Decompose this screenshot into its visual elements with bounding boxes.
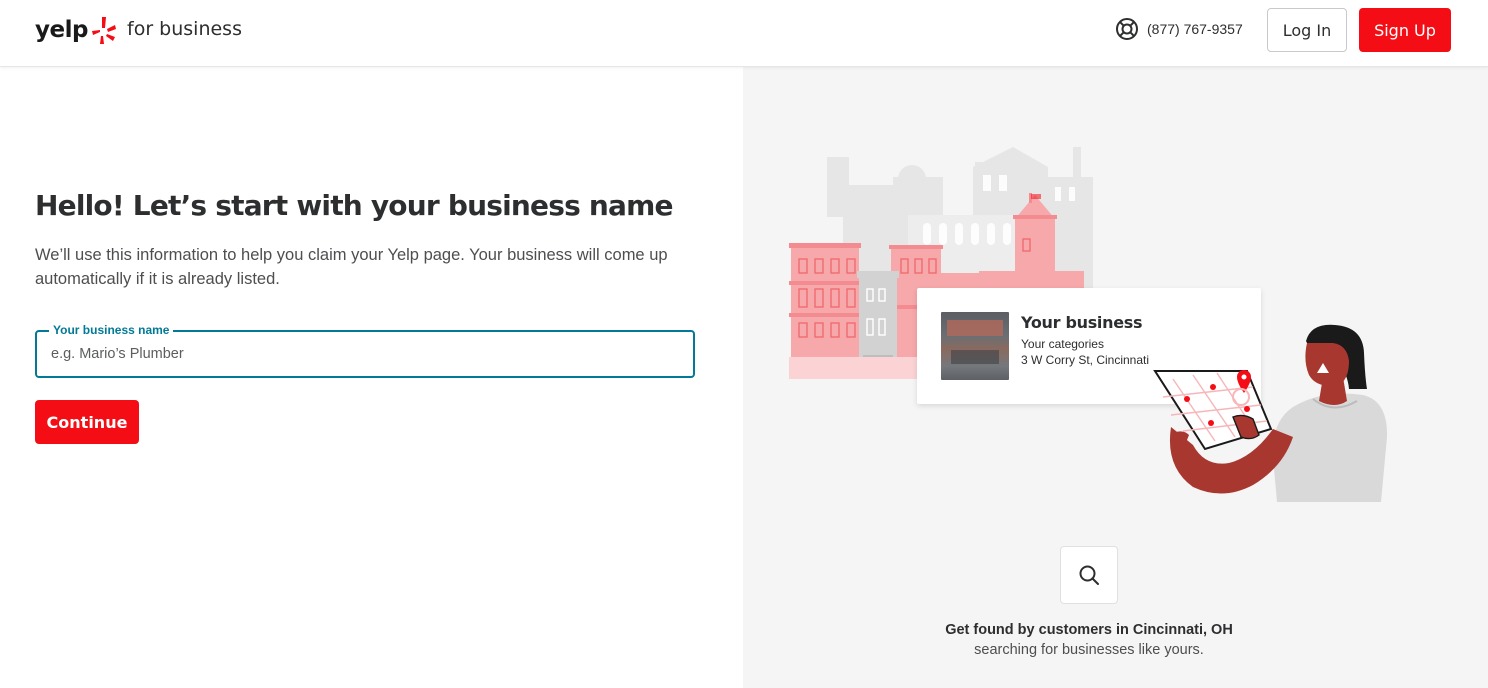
preview-panel: Your business Your categories 3 W Corry … <box>743 67 1488 688</box>
support-phone-number: (877) 767-9357 <box>1147 21 1243 37</box>
business-name-input[interactable] <box>37 332 693 376</box>
continue-button[interactable]: Continue <box>35 400 139 444</box>
top-header: yelp for business (877) 767-9357 Log In … <box>0 0 1488 67</box>
get-found-subtitle: searching for businesses like yours. <box>974 642 1204 658</box>
search-button[interactable] <box>1060 546 1118 604</box>
business-address-preview: 3 W Corry St, Cincinnati <box>1021 353 1150 367</box>
person-with-map-illustration <box>1153 324 1388 502</box>
page-title: Hello! Let’s start with your business na… <box>35 189 673 222</box>
business-photo <box>941 312 1009 380</box>
for-business-label: for business <box>127 18 242 40</box>
sign-up-button[interactable]: Sign Up <box>1359 8 1451 52</box>
support-phone[interactable]: (877) 767-9357 <box>1115 17 1243 41</box>
log-in-button[interactable]: Log In <box>1267 8 1347 52</box>
get-found-title: Get found by customers in Cincinnati, OH <box>945 622 1233 638</box>
search-icon <box>1079 565 1099 585</box>
yelp-burst-icon <box>91 17 116 44</box>
business-name-preview: Your business <box>1021 313 1143 332</box>
page-description: We’ll use this information to help you c… <box>35 246 668 288</box>
business-name-field: Your business name <box>35 323 695 378</box>
logo-wordmark: yelp <box>35 17 88 43</box>
business-categories-preview: Your categories <box>1021 337 1104 351</box>
business-name-label: Your business name <box>49 323 174 337</box>
lifebuoy-icon <box>1116 18 1138 40</box>
yelp-logo[interactable]: yelp <box>35 10 117 50</box>
